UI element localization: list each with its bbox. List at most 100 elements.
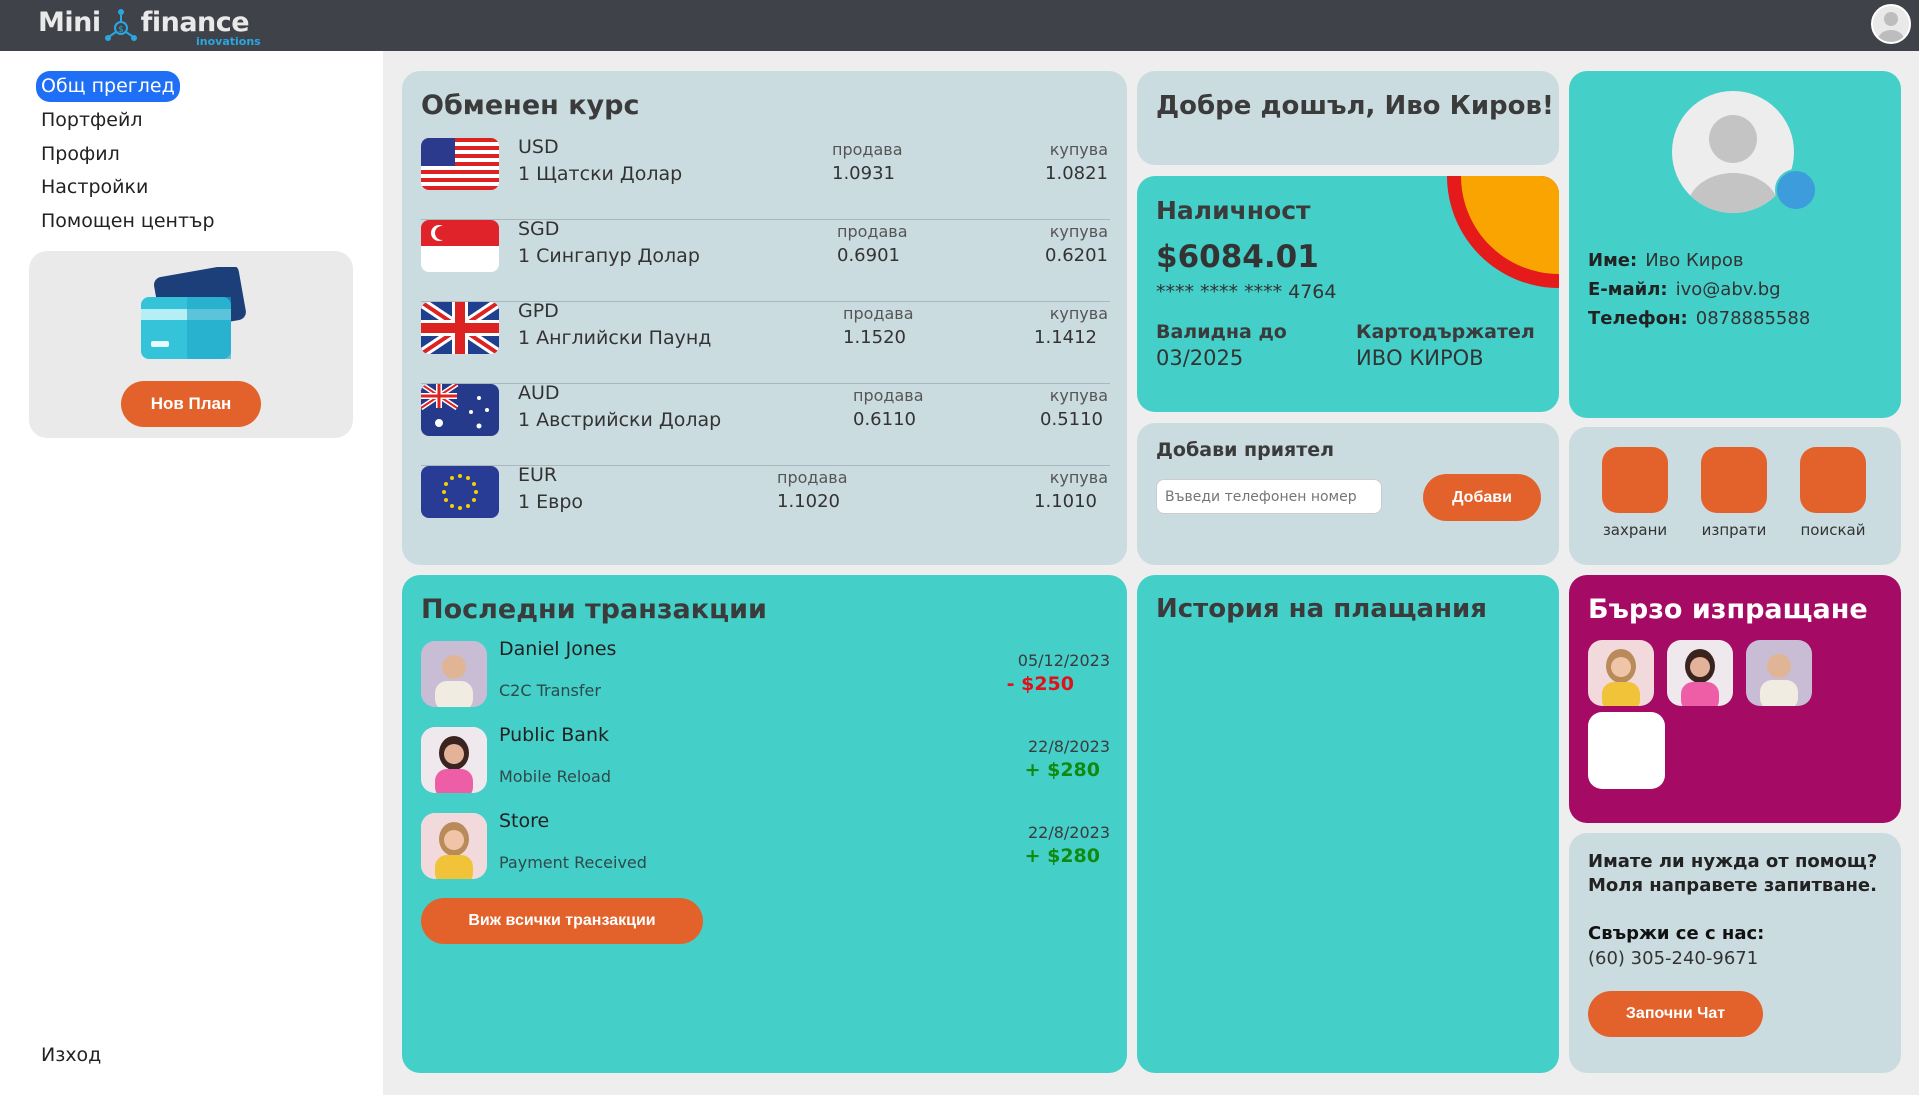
eu-flag-icon	[421, 466, 499, 518]
transaction-row[interactable]: Store Payment Received 22/8/2023 + $280	[421, 810, 1110, 899]
transaction-row[interactable]: Public Bank Mobile Reload 22/8/2023 + $2…	[421, 724, 1110, 813]
quick-send-card: Бързо изпращане	[1569, 575, 1901, 823]
currency-name: 1 Щатски Долар	[518, 163, 683, 185]
top-up-action[interactable]: захрани	[1602, 447, 1668, 539]
name-label: Име:	[1588, 250, 1638, 271]
help-message: Имате ли нужда от помощ? Моля направете …	[1588, 851, 1878, 896]
currency-name: 1 Английски Паунд	[518, 327, 712, 349]
transaction-amount: + $280	[1024, 845, 1100, 867]
balance-title: Наличност	[1156, 196, 1311, 225]
rate-row-gbp: GPD 1 Английски Паунд продава 1.1520 куп…	[421, 300, 1110, 384]
quick-send-title: Бързо изпращане	[1588, 594, 1868, 625]
buy-value: 1.0821	[1045, 163, 1108, 184]
quick-send-contact[interactable]	[1667, 640, 1733, 706]
sell-label: продава	[777, 468, 848, 487]
transaction-name: Daniel Jones	[499, 638, 617, 660]
au-flag-icon	[421, 384, 499, 436]
sidebar-nav: Общ преглед Портфейл Профил Настройки По…	[36, 71, 220, 240]
transaction-type: Mobile Reload	[499, 767, 612, 786]
us-flag-icon	[421, 138, 499, 190]
transactions-title: Последни транзакции	[421, 594, 767, 625]
sell-value: 1.1020	[777, 491, 840, 512]
sell-label: продава	[837, 222, 908, 241]
buy-value: 0.6201	[1045, 245, 1108, 266]
cardholder-value: ИВО КИРОВ	[1356, 346, 1484, 370]
transaction-date: 22/8/2023	[1027, 737, 1110, 756]
send-icon[interactable]	[1701, 447, 1767, 513]
sidebar-item-help-center[interactable]: Помощен център	[36, 206, 220, 240]
sidebar-item-wallet[interactable]: Портфейл	[36, 105, 220, 139]
user-avatar[interactable]	[1871, 4, 1911, 44]
payment-history-card: История на плащания	[1137, 575, 1559, 1073]
new-plan-button[interactable]: Нов План	[121, 381, 261, 427]
sell-value: 1.0931	[832, 163, 895, 184]
add-friend-button[interactable]: Добави	[1423, 474, 1541, 521]
transaction-amount: - $250	[1006, 673, 1074, 695]
top-bar: Mini $ finance inovations	[0, 0, 1919, 51]
transaction-type: Payment Received	[499, 853, 647, 872]
add-contact-button[interactable]	[1588, 712, 1665, 789]
transaction-date: 05/12/2023	[1017, 651, 1110, 670]
buy-value: 1.1412	[1034, 327, 1097, 348]
transaction-amount: + $280	[1024, 759, 1100, 781]
online-status-dot	[1775, 169, 1817, 211]
email-value: ivo@abv.bg	[1675, 279, 1781, 300]
phone-value: 0878885588	[1695, 308, 1811, 329]
email-label: Е-майл:	[1588, 279, 1668, 300]
logo-tagline: inovations	[196, 35, 261, 48]
sidebar: Общ преглед Портфейл Профил Настройки По…	[0, 51, 383, 1095]
send-action[interactable]: изпрати	[1701, 447, 1767, 539]
cardholder-label: Картодържател	[1356, 321, 1535, 343]
sg-flag-icon	[421, 220, 499, 272]
contact-label: Свържи се с нас:	[1588, 923, 1765, 944]
request-icon[interactable]	[1800, 447, 1866, 513]
balance-amount: $6084.01	[1156, 239, 1319, 275]
buy-label: купува	[1049, 140, 1108, 159]
transaction-row[interactable]: Daniel Jones C2C Transfer 05/12/2023 - $…	[421, 638, 1110, 727]
profile-phone: Телефон: 0878885588	[1588, 308, 1810, 329]
quick-send-contact[interactable]	[1588, 640, 1654, 706]
quick-actions-card: захрани изпрати поискай	[1569, 427, 1901, 565]
currency-code: USD	[518, 136, 559, 158]
sidebar-item-overview[interactable]: Общ преглед	[36, 71, 180, 102]
phone-number-input[interactable]	[1156, 479, 1382, 514]
currency-code: GPD	[518, 300, 559, 322]
view-all-transactions-button[interactable]: Виж всички транзакции	[421, 898, 703, 944]
card-number: **** **** **** 4764	[1156, 281, 1337, 303]
buy-label: купува	[1049, 222, 1108, 241]
start-chat-button[interactable]: Започни Чат	[1588, 991, 1763, 1037]
sidebar-item-settings[interactable]: Настройки	[36, 172, 220, 206]
buy-value: 0.5110	[1040, 409, 1103, 430]
sell-value: 0.6901	[837, 245, 900, 266]
request-label: поискай	[1800, 521, 1866, 539]
sell-value: 0.6110	[853, 409, 916, 430]
currency-name: 1 Сингапур Долар	[518, 245, 700, 267]
exchange-title: Обменен курс	[421, 90, 640, 121]
request-action[interactable]: поискай	[1800, 447, 1866, 539]
app-logo[interactable]: Mini $ finance inovations	[38, 6, 261, 48]
sidebar-item-profile[interactable]: Профил	[36, 139, 220, 173]
top-up-icon[interactable]	[1602, 447, 1668, 513]
welcome-card: Добре дошъл, Иво Киров!	[1137, 71, 1559, 165]
currency-code: EUR	[518, 464, 558, 486]
welcome-message: Добре дошъл, Иво Киров!	[1156, 91, 1554, 121]
profile-name: Име: Иво Киров	[1588, 250, 1744, 271]
rate-row-usd: USD 1 Щатски Долар продава 1.0931 купува…	[421, 136, 1110, 220]
logout-link[interactable]: Изход	[41, 1044, 101, 1066]
sell-label: продава	[832, 140, 903, 159]
buy-label: купува	[1049, 386, 1108, 405]
transaction-date: 22/8/2023	[1027, 823, 1110, 842]
people-coin-icon: $	[104, 9, 137, 41]
quick-send-contact[interactable]	[1746, 640, 1812, 706]
gb-flag-icon	[421, 302, 499, 354]
add-friend-title: Добави приятел	[1156, 439, 1335, 461]
sell-value: 1.1520	[843, 327, 906, 348]
rate-row-aud: AUD 1 Австрийски Долар продава 0.6110 ку…	[421, 382, 1110, 466]
rate-row-eur: EUR 1 Евро продава 1.1020 купува 1.1010	[421, 464, 1110, 548]
send-label: изпрати	[1701, 521, 1767, 539]
new-plan-card: Нов План	[29, 251, 353, 438]
buy-label: купува	[1049, 468, 1108, 487]
buy-value: 1.1010	[1034, 491, 1097, 512]
exchange-rate-card: Обменен курс USD 1 Щатски Долар продава …	[402, 71, 1127, 565]
currency-code: AUD	[518, 382, 560, 404]
